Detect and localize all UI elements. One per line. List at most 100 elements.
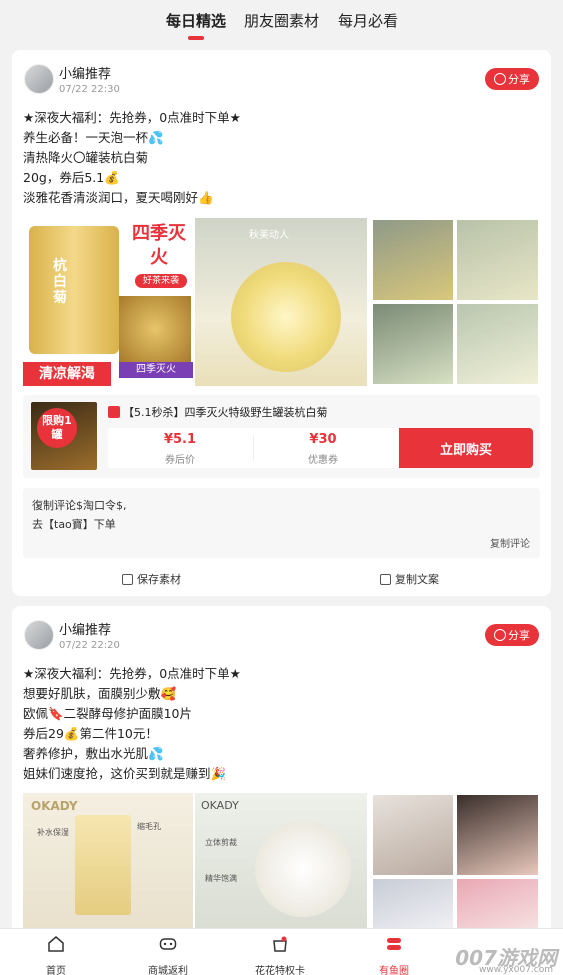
flower-pile	[119, 296, 191, 362]
brand-logo: OKADY	[201, 799, 239, 812]
image-title: 四季灭火	[132, 223, 186, 268]
product-thumbnail[interactable]: 限购1罐	[31, 402, 97, 470]
nav-fish-circle[interactable]: 有鱼圈	[354, 935, 434, 975]
image-banner-2: 四季灭火	[119, 362, 193, 378]
gamepad-icon	[159, 938, 177, 950]
post-card: 小编推荐 07/22 22:30 分享 ★深夜大福利：先抢券，0点准时下单★ 养…	[12, 50, 551, 596]
post-text-line: 20g，券后5.1💰	[23, 170, 120, 185]
price-panel: ¥5.1 券后价 ¥30 优惠券	[108, 428, 398, 468]
collage-photo	[457, 795, 538, 875]
photo-collage[interactable]	[371, 218, 540, 386]
mask-package-image[interactable]: OKADY 缩毛孔 补水保湿	[23, 793, 193, 928]
tab-monthly-must-see[interactable]: 每月必看	[338, 10, 398, 31]
post-author: 小编推荐	[59, 623, 112, 638]
post-text-line: 淡雅花香清淡润口，夏天喝刚好👍	[23, 190, 214, 205]
photo-collage[interactable]	[371, 793, 540, 928]
nav-label: 有鱼圈	[379, 966, 409, 975]
image-tag: 好茶来袭	[135, 274, 187, 288]
image-tag: 立体剪裁	[205, 838, 237, 847]
post-time: 07/22 22:30	[59, 84, 120, 95]
mask-package	[75, 815, 131, 915]
share-icon	[494, 73, 506, 85]
image-tag: 缩毛孔	[137, 822, 161, 831]
nav-mall-rebate[interactable]: 商城返利	[128, 935, 208, 975]
post-text-line: ★深夜大福利：先抢券，0点准时下单★	[23, 110, 241, 125]
image-tag: 精华饱满	[205, 874, 237, 883]
comment-box: 復制评论$淘口令$, 去【tao寶】下单 复制评论	[23, 488, 540, 558]
post-text: ★深夜大福利：先抢券，0点准时下单★ 养生必备！一天泡一杯💦 清热降火〇罐装杭白…	[23, 108, 241, 208]
post-image-grid: OKADY 缩毛孔 补水保湿 OKADY 立体剪裁 精华饱满	[23, 793, 540, 928]
copy-text-button[interactable]: 复制文案	[380, 571, 439, 587]
price-after-coupon: ¥5.1	[163, 432, 197, 447]
product-image[interactable]: 杭白菊 四季灭火 好茶来袭 清凉解渴 四季灭火	[23, 218, 193, 386]
post-text-line: 养生必备！一天泡一杯💦	[23, 130, 164, 145]
save-material-button[interactable]: 保存素材	[122, 571, 181, 587]
watermark-url: www.yx007.com	[478, 965, 553, 975]
collage-photo	[373, 304, 453, 384]
gift-icon	[273, 936, 287, 952]
share-button[interactable]: 分享	[485, 68, 539, 90]
tab-daily-picks[interactable]: 每日精选	[166, 10, 226, 31]
image-tag: 补水保湿	[37, 828, 69, 837]
post-text-line: 清热降火〇罐装杭白菊	[23, 150, 149, 165]
post-text-line: 欧佩🔖二裂酵母修护面膜10片	[23, 706, 192, 721]
nav-label: 花花特权卡	[255, 966, 305, 975]
collage-photo	[457, 304, 538, 384]
brand-logo: OKADY	[31, 799, 78, 813]
copy-icon	[380, 573, 391, 585]
nav-privilege-card[interactable]: 花花特权卡	[240, 935, 320, 975]
post-time: 07/22 22:20	[59, 640, 120, 651]
post-actions: 保存素材 复制文案	[12, 562, 551, 596]
post-text-line: ★深夜大福利：先抢券，0点准时下单★	[23, 666, 241, 681]
coupon-value: ¥30	[309, 432, 337, 447]
post-image-grid: 杭白菊 四季灭火 好茶来袭 清凉解渴 四季灭火 秋美动人	[23, 218, 540, 386]
tab-moments-material[interactable]: 朋友圈素材	[244, 10, 319, 31]
post-text: ★深夜大福利：先抢券，0点准时下单★ 想要好肌肤，面膜别少敷🥰 欧佩🔖二裂酵母修…	[23, 664, 241, 784]
active-tab-indicator	[188, 36, 204, 40]
top-tab-bar: 每日精选 朋友圈素材 每月必看	[0, 0, 563, 44]
post-text-line: 奢养修护，敷出水光肌💦	[23, 746, 164, 761]
limit-badge: 限购1罐	[37, 408, 77, 448]
tea-cup-image[interactable]: 秋美动人	[195, 218, 367, 386]
collage-photo	[457, 879, 538, 928]
product-title[interactable]: 【5.1秒杀】四季灭火特级野生罐装杭白菊	[123, 404, 328, 420]
tea-cup	[231, 262, 341, 372]
divider	[253, 436, 254, 460]
collage-photo	[457, 220, 538, 300]
collage-photo	[373, 795, 453, 875]
share-label: 分享	[508, 73, 530, 86]
post-text-line: 想要好肌肤，面膜别少敷🥰	[23, 686, 177, 701]
nav-label: 商城返利	[148, 966, 188, 975]
copy-comment-button[interactable]: 复制评论	[490, 535, 530, 550]
home-icon	[48, 936, 64, 952]
platform-icon	[108, 406, 120, 418]
buy-now-button[interactable]: 立即购买	[399, 428, 533, 468]
jar-label: 杭白菊	[53, 258, 67, 306]
image-banner: 清凉解渴	[23, 362, 111, 386]
nav-home[interactable]: 首页	[16, 935, 96, 975]
post-author: 小编推荐	[59, 67, 112, 82]
post-text-line: 姐妹们速度抢，这价买到就是赚到🎉	[23, 766, 227, 781]
comment-line: 去【tao寶】下单	[32, 518, 116, 531]
price-after-coupon-label: 券后价	[165, 455, 195, 466]
image-icon	[122, 573, 133, 585]
coupon-value-label: 优惠券	[308, 455, 338, 466]
photo-tag: 秋美动人	[249, 230, 289, 241]
share-button[interactable]: 分享	[485, 624, 539, 646]
circle-icon	[387, 938, 401, 950]
avatar[interactable]	[24, 620, 54, 650]
bottom-navigation: 首页 商城返利 花花特权卡 有鱼圈 007游戏网 www.yx007.com	[0, 928, 563, 975]
collage-photo	[373, 879, 453, 928]
comment-line: 復制评论$淘口令$,	[32, 499, 127, 512]
product-card[interactable]: 限购1罐 【5.1秒杀】四季灭火特级野生罐装杭白菊 ¥5.1 券后价 ¥30 优…	[23, 395, 540, 478]
avatar[interactable]	[24, 64, 54, 94]
post-card: 小编推荐 07/22 22:20 分享 ★深夜大福利：先抢券，0点准时下单★ 想…	[12, 606, 551, 928]
collage-photo	[373, 220, 453, 300]
save-material-label: 保存素材	[137, 573, 181, 586]
share-icon	[494, 629, 506, 641]
copy-text-label: 复制文案	[395, 573, 439, 586]
nav-label: 首页	[46, 966, 66, 975]
mask-sheet	[255, 821, 351, 917]
mask-detail-image[interactable]: OKADY 立体剪裁 精华饱满	[195, 793, 367, 928]
share-label: 分享	[508, 629, 530, 642]
